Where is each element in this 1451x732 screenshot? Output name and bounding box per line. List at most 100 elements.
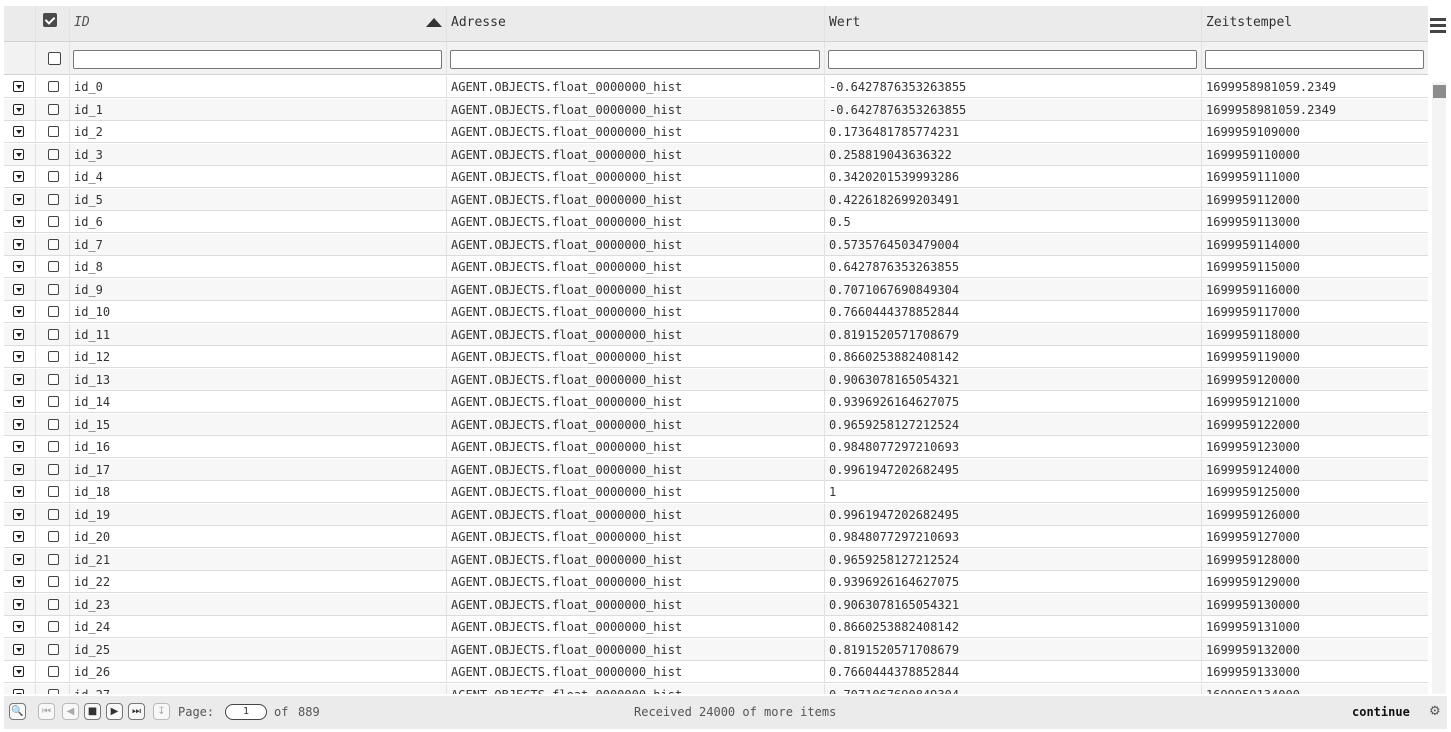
row-checkbox[interactable] [48,576,59,587]
table-row[interactable]: id_18 AGENT.OBJECTS.float_0000000_hist 1 16… [4,481,1428,503]
expand-row-icon[interactable] [13,351,24,362]
row-checkbox[interactable] [48,666,59,677]
row-checkbox[interactable] [48,328,59,340]
expand-row-icon[interactable] [13,553,24,565]
column-header-value[interactable]: Wert [825,6,1202,41]
expand-row-icon[interactable] [13,171,24,182]
row-checkbox[interactable] [48,463,59,475]
gear-icon[interactable]: ⚙ [1429,704,1441,719]
search-icon[interactable]: 🔍 [9,703,26,720]
table-row[interactable]: id_2 AGENT.OBJECTS.float_0000000_hist 0.17… [4,121,1428,143]
table-row[interactable]: id_13 AGENT.OBJECTS.float_0000000_hist 0.9… [4,368,1428,391]
table-row[interactable]: id_20 AGENT.OBJECTS.float_0000000_hist 0.9… [4,526,1428,548]
row-checkbox[interactable] [48,261,59,272]
row-checkbox[interactable] [48,441,59,452]
table-row[interactable]: id_12 AGENT.OBJECTS.float_0000000_hist 0.8… [4,346,1428,368]
expand-row-icon[interactable] [13,81,24,92]
page-number-input[interactable]: 1 [225,704,267,720]
row-checkbox[interactable] [48,598,59,610]
table-row[interactable]: id_4 AGENT.OBJECTS.float_0000000_hist 0.34… [4,166,1428,188]
row-checkbox[interactable] [48,126,59,137]
column-header-address[interactable]: Adresse [447,6,825,41]
expand-row-icon[interactable] [13,306,24,317]
table-row[interactable]: id_14 AGENT.OBJECTS.float_0000000_hist 0.9… [4,391,1428,413]
row-checkbox[interactable] [48,688,59,694]
table-row[interactable]: id_5 AGENT.OBJECTS.float_0000000_hist 0.42… [4,188,1428,211]
filter-input-address[interactable] [450,50,820,69]
table-row[interactable]: id_7 AGENT.OBJECTS.float_0000000_hist 0.57… [4,233,1428,256]
table-row[interactable]: id_16 AGENT.OBJECTS.float_0000000_hist 0.9… [4,436,1428,458]
row-checkbox[interactable] [48,238,59,250]
expand-row-icon[interactable] [13,216,24,227]
table-row[interactable]: id_10 AGENT.OBJECTS.float_0000000_hist 0.7… [4,301,1428,323]
expand-row-icon[interactable] [13,126,24,137]
row-checkbox[interactable] [48,486,59,497]
expand-row-icon[interactable] [13,396,24,407]
expand-row-icon[interactable] [13,328,24,340]
expand-row-icon[interactable] [13,531,24,542]
sort-ascending-icon[interactable] [426,18,442,27]
expand-row-icon[interactable] [13,373,24,385]
expand-row-icon[interactable] [13,283,24,295]
table-row[interactable]: id_3 AGENT.OBJECTS.float_0000000_hist 0.25… [4,143,1428,166]
expand-row-icon[interactable] [13,463,24,475]
table-row[interactable]: id_27AGENT.OBJECTS.float_0000000_hist0.7… [4,683,1428,694]
table-row[interactable]: id_25 AGENT.OBJECTS.float_0000000_hist 0.8… [4,638,1428,661]
continue-button[interactable]: continue [1352,696,1410,729]
table-row[interactable]: id_1 AGENT.OBJECTS.float_0000000_hist -0.6… [4,98,1428,121]
row-checkbox[interactable] [48,81,59,92]
expand-row-icon[interactable] [13,418,24,430]
filter-checkbox[interactable] [48,52,61,65]
table-row[interactable]: id_9 AGENT.OBJECTS.float_0000000_hist 0.70… [4,278,1428,301]
row-checkbox[interactable] [48,553,59,565]
expand-row-icon[interactable] [13,688,24,694]
row-checkbox[interactable] [48,283,59,295]
row-checkbox[interactable] [48,373,59,385]
first-page-icon[interactable]: ⏮ [38,703,55,720]
table-row[interactable]: id_19 AGENT.OBJECTS.float_0000000_hist 0.9… [4,503,1428,526]
scrollbar-thumb[interactable] [1433,85,1446,98]
table-row[interactable]: id_24 AGENT.OBJECTS.float_0000000_hist 0.8… [4,616,1428,638]
expand-row-icon[interactable] [13,486,24,497]
row-checkbox[interactable] [48,621,59,632]
column-header-timestamp[interactable]: Zeitstempel [1202,6,1428,41]
expand-row-icon[interactable] [13,103,24,115]
row-checkbox[interactable] [48,418,59,430]
expand-row-icon[interactable] [13,508,24,520]
row-checkbox[interactable] [48,643,59,655]
row-checkbox[interactable] [48,148,59,160]
expand-row-icon[interactable] [13,643,24,655]
expand-row-icon[interactable] [13,441,24,452]
expand-row-icon[interactable] [13,193,24,205]
download-icon[interactable]: ↧ [153,703,170,720]
table-row[interactable]: id_8 AGENT.OBJECTS.float_0000000_hist 0.64… [4,256,1428,278]
table-row[interactable]: id_17 AGENT.OBJECTS.float_0000000_hist 0.9… [4,458,1428,481]
table-row[interactable]: id_6 AGENT.OBJECTS.float_0000000_hist 0.5 1… [4,211,1428,233]
prev-page-icon[interactable]: ◀ [62,703,79,720]
row-checkbox[interactable] [48,306,59,317]
expand-row-icon[interactable] [13,576,24,587]
select-all-checkbox[interactable] [43,13,57,27]
next-page-icon[interactable]: ▶ [106,703,123,720]
expand-row-icon[interactable] [13,261,24,272]
last-page-icon[interactable]: ⏭ [128,703,145,720]
row-checkbox[interactable] [48,396,59,407]
stop-icon[interactable]: ■ [84,703,101,720]
expand-row-icon[interactable] [13,621,24,632]
expand-row-icon[interactable] [13,148,24,160]
row-checkbox[interactable] [48,531,59,542]
expand-row-icon[interactable] [13,238,24,250]
column-header-id[interactable]: ID [70,6,447,41]
row-checkbox[interactable] [48,508,59,520]
filter-input-value[interactable] [828,50,1197,69]
table-row[interactable]: id_11 AGENT.OBJECTS.float_0000000_hist 0.8… [4,323,1428,346]
row-checkbox[interactable] [48,103,59,115]
expand-row-icon[interactable] [13,666,24,677]
column-menu-icon[interactable] [1429,12,1447,42]
row-checkbox[interactable] [48,171,59,182]
filter-input-id[interactable] [73,50,442,69]
filter-input-timestamp[interactable] [1205,50,1424,69]
table-row[interactable]: id_15 AGENT.OBJECTS.float_0000000_hist 0.9… [4,413,1428,436]
expand-row-icon[interactable] [13,598,24,610]
row-checkbox[interactable] [48,351,59,362]
